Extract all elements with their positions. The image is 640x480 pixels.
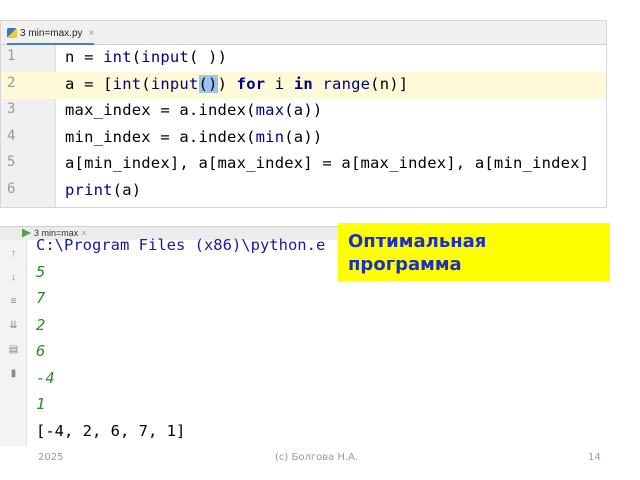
footer-page-number: 14 <box>588 452 601 463</box>
code-area[interactable]: 1n = int(input( )) 2 a = [int(input()) for… <box>1 45 606 207</box>
code-token: input <box>141 48 189 66</box>
console-path-line: C:\Program Files (x86)\python.e <box>36 236 326 254</box>
line-number: 1 <box>7 48 16 64</box>
run-toolbar: ↑ ↓ ≡ ⇊ ▤ ▮ <box>0 240 27 446</box>
code-token: n = <box>65 48 104 66</box>
code-token: max_index = a.index( <box>65 101 256 119</box>
close-icon[interactable]: × <box>89 28 95 39</box>
line-number: 5 <box>7 154 16 170</box>
code-editor[interactable]: 3 min=max.py × 1n = int(input( )) 2 a = [i… <box>0 20 607 208</box>
console-input-line: 2 <box>36 315 46 334</box>
code-line[interactable]: 2 a = [int(input()) for i in range(n)] <box>1 71 606 99</box>
trash-icon[interactable]: ▮ <box>8 368 19 379</box>
code-line[interactable]: 4 min_index = a.index(min(a)) <box>1 125 606 152</box>
callout-label: Оптимальная программа <box>338 223 610 281</box>
code-token: min_index = a.index( <box>65 127 256 146</box>
code-token: int <box>103 48 132 66</box>
print-icon[interactable]: ▤ <box>8 344 19 355</box>
code-token: ( <box>131 48 142 66</box>
line-number: 6 <box>7 180 16 197</box>
code-token: a[min_index], a[max_index] = a[max_index… <box>65 154 590 172</box>
console-input-line: 1 <box>36 395 46 413</box>
editor-tab-bar: 3 min=max.py × <box>1 21 606 45</box>
line-number: 3 <box>7 101 16 117</box>
code-line[interactable]: 5 a[min_index], a[max_index] = a[max_inde… <box>1 151 606 178</box>
code-text[interactable]: print(a) <box>65 181 141 199</box>
code-token: print <box>65 180 113 199</box>
code-text[interactable]: min_index = a.index(min(a)) <box>65 128 322 146</box>
code-token: max <box>255 101 285 119</box>
run-icon <box>22 228 31 238</box>
code-text[interactable]: n = int(input( )) <box>65 48 227 66</box>
editor-tab[interactable]: 3 min=max.py × <box>7 24 95 45</box>
console-input-line: 7 <box>36 289 46 307</box>
code-token: int <box>112 74 142 93</box>
footer-year: 2025 <box>38 452 64 463</box>
code-text[interactable]: a[min_index], a[max_index] = a[max_index… <box>65 154 589 172</box>
scroll-to-end-icon[interactable]: ⇊ <box>8 320 19 331</box>
code-line[interactable]: 3 max_index = a.index(max(a)) <box>1 98 606 125</box>
code-token: ) <box>217 74 237 93</box>
callout-line-2: программа <box>348 254 462 275</box>
editor-tab-label: 3 min=max.py <box>20 27 83 39</box>
code-token: ( )) <box>188 48 228 66</box>
console-input-line: -4 <box>36 368 55 387</box>
code-token: (n)] <box>370 74 409 93</box>
code-token: (a)) <box>284 101 323 119</box>
code-token: range <box>322 74 371 93</box>
line-number: 4 <box>7 127 16 144</box>
code-token: (a)) <box>284 127 323 146</box>
code-token: (a) <box>112 180 142 199</box>
python-file-icon <box>7 28 17 38</box>
footer-author: (c) Болгова Н.А. <box>275 452 359 463</box>
code-token: () <box>198 74 218 93</box>
code-token: input <box>150 74 199 93</box>
code-token: in <box>293 74 313 93</box>
console-output-line: [-4, 2, 6, 7, 1] <box>36 421 186 440</box>
code-line[interactable]: 1 n = int(input( )) <box>1 45 606 72</box>
console-input-line: 5 <box>36 262 46 281</box>
callout-line-1: Оптимальная <box>348 231 487 252</box>
code-token: min <box>255 127 285 146</box>
code-token: i <box>265 74 294 93</box>
code-text[interactable]: max_index = a.index(max(a)) <box>65 101 322 119</box>
line-number: 2 <box>7 74 16 91</box>
code-token: ( <box>141 74 151 93</box>
arrow-up-icon[interactable]: ↑ <box>8 248 19 259</box>
code-token: for <box>236 74 266 93</box>
console-input-line: 6 <box>36 342 46 360</box>
soft-wrap-icon[interactable]: ≡ <box>8 296 19 307</box>
code-token: a = [ <box>65 74 113 93</box>
arrow-down-icon[interactable]: ↓ <box>8 272 19 283</box>
code-text[interactable]: a = [int(input()) for i in range(n)] <box>65 74 409 93</box>
code-line[interactable]: 6 print(a) <box>1 178 606 205</box>
